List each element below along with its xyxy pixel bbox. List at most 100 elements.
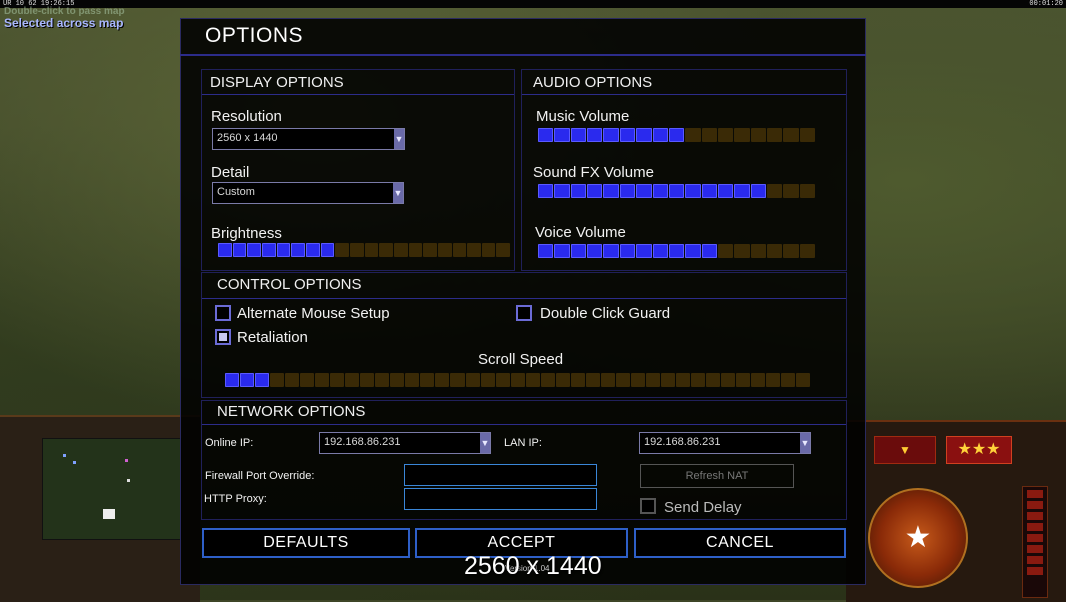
slider-segment[interactable]	[261, 243, 276, 257]
slider-segment[interactable]	[668, 244, 685, 258]
detail-dropdown[interactable]: Custom ▼	[212, 182, 404, 204]
slider-segment[interactable]	[652, 244, 668, 258]
slider-segment[interactable]	[510, 373, 525, 387]
slider-segment[interactable]	[668, 184, 685, 198]
slider-segment[interactable]	[467, 243, 481, 257]
slider-segment[interactable]	[701, 244, 717, 258]
general-rank-button[interactable]: ★★★	[946, 436, 1012, 464]
slider-segment[interactable]	[496, 243, 511, 257]
slider-segment[interactable]	[619, 184, 636, 198]
brightness-slider[interactable]	[218, 243, 511, 257]
resolution-dropdown[interactable]: 2560 x 1440 ▼	[212, 128, 405, 150]
firewall-port-input[interactable]	[404, 464, 597, 486]
slider-segment[interactable]	[701, 128, 717, 142]
slider-segment[interactable]	[736, 373, 751, 387]
slider-segment[interactable]	[603, 244, 619, 258]
slider-segment[interactable]	[767, 128, 783, 142]
slider-segment[interactable]	[330, 373, 345, 387]
slider-segment[interactable]	[781, 373, 796, 387]
slider-segment[interactable]	[668, 128, 685, 142]
slider-segment[interactable]	[636, 128, 652, 142]
slider-segment[interactable]	[276, 243, 291, 257]
slider-segment[interactable]	[706, 373, 721, 387]
slider-segment[interactable]	[540, 373, 555, 387]
slider-segment[interactable]	[450, 373, 465, 387]
slider-segment[interactable]	[435, 373, 450, 387]
slider-segment[interactable]	[750, 128, 767, 142]
lan-ip-dropdown[interactable]: 192.168.86.231 ▼	[639, 432, 811, 454]
slider-segment[interactable]	[767, 244, 783, 258]
scroll-speed-slider[interactable]	[225, 373, 811, 387]
slider-segment[interactable]	[570, 244, 587, 258]
chevron-down-icon[interactable]: ▼	[800, 433, 810, 453]
slider-segment[interactable]	[423, 243, 437, 257]
retaliation-checkbox[interactable]	[215, 329, 231, 345]
slider-segment[interactable]	[615, 373, 630, 387]
slider-segment[interactable]	[320, 243, 335, 257]
slider-segment[interactable]	[751, 373, 766, 387]
music-volume-slider[interactable]	[538, 128, 816, 142]
slider-segment[interactable]	[480, 373, 495, 387]
send-delay-checkbox[interactable]	[640, 498, 656, 514]
slider-segment[interactable]	[270, 373, 285, 387]
minimap[interactable]	[42, 438, 182, 540]
slider-segment[interactable]	[783, 128, 799, 142]
slider-segment[interactable]	[799, 184, 816, 198]
slider-segment[interactable]	[452, 243, 467, 257]
slider-segment[interactable]	[408, 243, 423, 257]
slider-segment[interactable]	[717, 128, 734, 142]
slider-segment[interactable]	[554, 184, 570, 198]
slider-segment[interactable]	[255, 373, 270, 387]
slider-segment[interactable]	[247, 243, 261, 257]
slider-segment[interactable]	[305, 243, 320, 257]
slider-segment[interactable]	[645, 373, 660, 387]
slider-segment[interactable]	[685, 244, 701, 258]
slider-segment[interactable]	[570, 128, 587, 142]
slider-segment[interactable]	[767, 184, 783, 198]
slider-segment[interactable]	[636, 184, 652, 198]
defaults-button[interactable]: DEFAULTS	[202, 528, 410, 558]
slider-segment[interactable]	[685, 184, 701, 198]
online-ip-dropdown[interactable]: 192.168.86.231 ▼	[319, 432, 491, 454]
slider-segment[interactable]	[734, 184, 750, 198]
slider-segment[interactable]	[734, 128, 750, 142]
slider-segment[interactable]	[796, 373, 811, 387]
slider-segment[interactable]	[660, 373, 675, 387]
slider-segment[interactable]	[799, 244, 816, 258]
slider-segment[interactable]	[570, 373, 585, 387]
slider-segment[interactable]	[783, 244, 799, 258]
voice-volume-slider[interactable]	[538, 244, 816, 258]
sound-fx-volume-slider[interactable]	[538, 184, 816, 198]
slider-segment[interactable]	[783, 184, 799, 198]
slider-segment[interactable]	[335, 243, 349, 257]
slider-segment[interactable]	[232, 243, 247, 257]
slider-segment[interactable]	[218, 243, 232, 257]
slider-segment[interactable]	[538, 184, 554, 198]
slider-segment[interactable]	[570, 184, 587, 198]
slider-segment[interactable]	[437, 243, 452, 257]
slider-segment[interactable]	[587, 184, 603, 198]
slider-segment[interactable]	[685, 128, 701, 142]
slider-segment[interactable]	[538, 128, 554, 142]
slider-segment[interactable]	[587, 128, 603, 142]
cancel-button[interactable]: CANCEL	[634, 528, 846, 558]
slider-segment[interactable]	[701, 184, 717, 198]
slider-segment[interactable]	[375, 373, 390, 387]
slider-segment[interactable]	[390, 373, 405, 387]
slider-segment[interactable]	[554, 128, 570, 142]
slider-segment[interactable]	[587, 244, 603, 258]
slider-segment[interactable]	[636, 244, 652, 258]
slider-segment[interactable]	[364, 243, 379, 257]
expand-arrow-button[interactable]: ▼	[874, 436, 936, 464]
slider-segment[interactable]	[750, 244, 767, 258]
slider-segment[interactable]	[603, 128, 619, 142]
slider-segment[interactable]	[555, 373, 570, 387]
slider-segment[interactable]	[465, 373, 480, 387]
slider-segment[interactable]	[538, 244, 554, 258]
chevron-down-icon[interactable]: ▼	[393, 183, 403, 203]
http-proxy-input[interactable]	[404, 488, 597, 510]
slider-segment[interactable]	[619, 244, 636, 258]
slider-segment[interactable]	[379, 243, 393, 257]
slider-segment[interactable]	[721, 373, 736, 387]
slider-segment[interactable]	[799, 128, 816, 142]
